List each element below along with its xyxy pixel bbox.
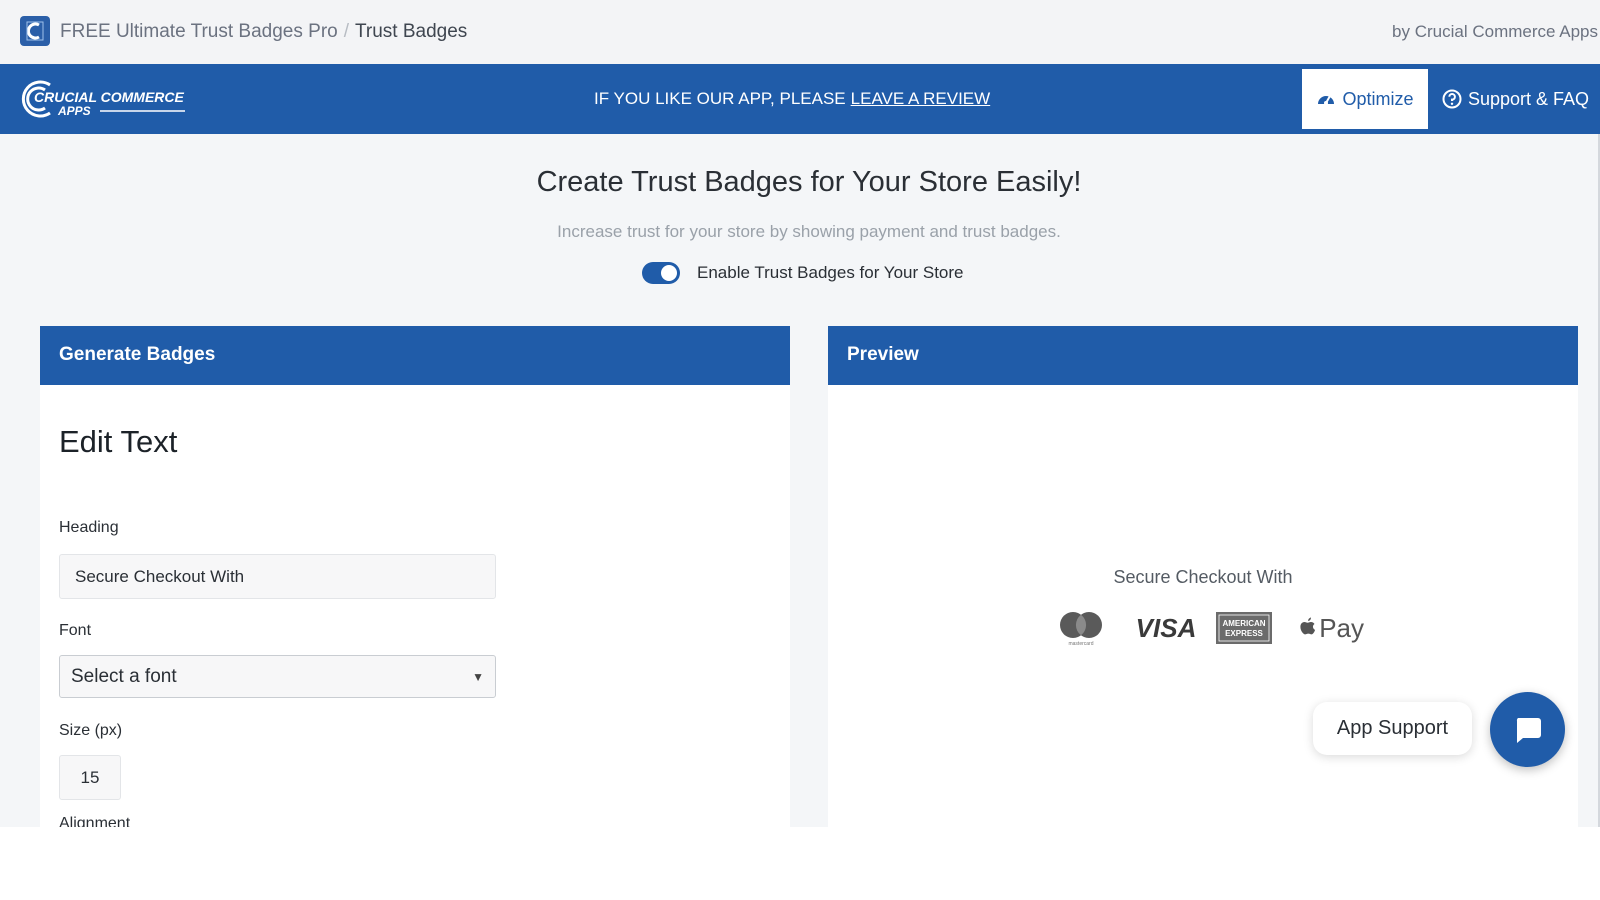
breadcrumb-separator: / (343, 21, 349, 42)
nav-support-label: Support & FAQ (1468, 88, 1590, 109)
font-label: Font (59, 622, 92, 639)
page-title: Create Trust Badges for Your Store Easil… (536, 166, 1082, 198)
question-circle-icon (1442, 89, 1462, 109)
svg-text:AMERICAN: AMERICAN (1222, 619, 1265, 628)
preview-heading: Secure Checkout With (1113, 567, 1293, 587)
app-support-button[interactable] (1490, 692, 1565, 767)
app-support-label[interactable]: App Support (1313, 702, 1472, 755)
edit-text-title: Edit Text (59, 424, 178, 459)
generate-badges-card: Generate Badges Edit Text Heading Font S… (40, 326, 790, 827)
enable-badges-row: Enable Trust Badges for Your Store (642, 262, 964, 284)
apple-logo-icon (1300, 617, 1316, 635)
font-select[interactable]: Select a font ▼ (59, 655, 496, 698)
promo-text: IF YOU LIKE OUR APP, PLEASE (594, 89, 846, 108)
page-subtitle: Increase trust for your store by showing… (557, 222, 1061, 241)
alignment-label: Alignment (59, 816, 131, 827)
svg-text:mastercard: mastercard (1068, 641, 1093, 647)
amex-icon: AMERICAN EXPRESS (1216, 608, 1272, 648)
visa-icon: VISA (1135, 612, 1197, 643)
mastercard-icon: mastercard (1050, 608, 1112, 648)
font-select-value: Select a font (71, 665, 177, 687)
breadcrumb-app-link[interactable]: FREE Ultimate Trust Badges Pro (60, 21, 338, 42)
app-header: CRUCIAL COMMERCE APPS IF YOU LIKE OUR AP… (0, 64, 1600, 134)
app-logo-icon[interactable] (20, 16, 50, 46)
preview-header: Preview (828, 326, 1578, 385)
crucial-commerce-logo[interactable]: CRUCIAL COMMERCE APPS (18, 76, 193, 122)
enable-badges-label: Enable Trust Badges for Your Store (697, 263, 964, 282)
enable-badges-toggle[interactable] (642, 262, 680, 284)
svg-text:EXPRESS: EXPRESS (1225, 629, 1263, 638)
size-input[interactable] (59, 755, 121, 800)
developer-byline[interactable]: by Crucial Commerce Apps (1392, 22, 1598, 42)
generate-badges-header: Generate Badges (40, 326, 790, 385)
svg-text:CRUCIAL COMMERCE: CRUCIAL COMMERCE (34, 89, 185, 105)
breadcrumb: FREE Ultimate Trust Badges Pro / Trust Bad… (60, 21, 467, 43)
svg-text:APPS: APPS (57, 104, 91, 118)
nav-optimize-button[interactable]: Optimize (1302, 69, 1428, 129)
nav-optimize-label: Optimize (1342, 88, 1414, 109)
admin-topbar: FREE Ultimate Trust Badges Pro / Trust Bad… (0, 0, 1600, 64)
size-label: Size (px) (59, 722, 123, 739)
gauge-icon (1318, 95, 1335, 105)
leave-review-link[interactable]: LEAVE A REVIEW (851, 89, 991, 108)
heading-label: Heading (59, 519, 119, 536)
apple-pay-icon: Pay (1298, 608, 1364, 648)
chat-bubble-icon (1516, 717, 1541, 743)
chevron-down-icon: ▼ (472, 669, 484, 684)
heading-input[interactable] (59, 554, 496, 599)
preview-badges: mastercard VISA AMERICAN EXPRESS Pay (1050, 608, 1364, 648)
nav-support-button[interactable]: Support & FAQ (1442, 69, 1589, 129)
breadcrumb-current: Trust Badges (355, 21, 468, 42)
review-promo: IF YOU LIKE OUR APP, PLEASE LEAVE A REVIE… (594, 89, 990, 109)
apple-pay-text: Pay (1319, 612, 1364, 643)
